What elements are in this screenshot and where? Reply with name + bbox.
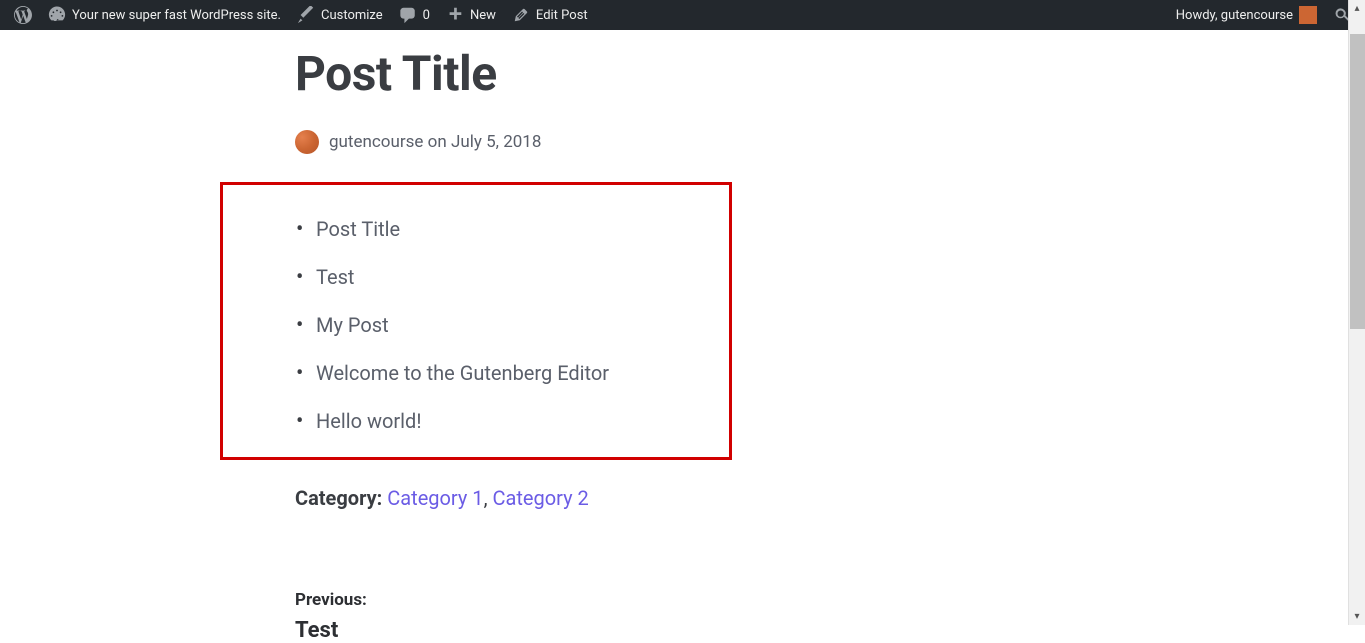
edit-post-text: Edit Post bbox=[536, 8, 588, 23]
category-label: Category: bbox=[295, 486, 382, 510]
customize-link[interactable]: Customize bbox=[289, 0, 391, 30]
post-meta-text: gutencourse on July 5, 2018 bbox=[329, 132, 541, 152]
pencil-icon bbox=[512, 6, 530, 24]
list-item[interactable]: Welcome to the Gutenberg Editor bbox=[316, 349, 729, 397]
page-content: Post Title gutencourse on July 5, 2018 P… bbox=[0, 30, 1365, 643]
customize-text: Customize bbox=[321, 8, 383, 23]
author-avatar bbox=[295, 130, 319, 154]
scroll-thumb[interactable] bbox=[1350, 34, 1365, 329]
author-name[interactable]: gutencourse bbox=[329, 132, 423, 152]
dashboard-icon bbox=[48, 6, 66, 24]
previous-label: Previous: bbox=[295, 590, 1035, 610]
vertical-scrollbar[interactable]: ▴ ▾ bbox=[1348, 0, 1365, 625]
admin-bar-right: Howdy, gutencourse bbox=[1168, 0, 1359, 30]
previous-post-title[interactable]: Test bbox=[295, 618, 1035, 643]
wp-logo-menu[interactable] bbox=[6, 0, 40, 30]
comments-count: 0 bbox=[423, 8, 430, 23]
new-text: New bbox=[470, 8, 496, 23]
site-name-link[interactable]: Your new super fast WordPress site. bbox=[40, 0, 289, 30]
post-date[interactable]: July 5, 2018 bbox=[451, 132, 541, 152]
comment-icon bbox=[399, 6, 417, 24]
post-title: Post Title bbox=[295, 45, 1035, 102]
meta-on: on bbox=[428, 132, 447, 152]
scroll-up-arrow[interactable]: ▴ bbox=[1349, 0, 1365, 17]
scroll-down-arrow[interactable]: ▾ bbox=[1349, 608, 1365, 625]
user-avatar-small bbox=[1299, 6, 1317, 24]
latest-posts-list: Post Title Test My Post Welcome to the G… bbox=[223, 205, 729, 445]
edit-post-link[interactable]: Edit Post bbox=[504, 0, 596, 30]
category-line: Category: Category 1, Category 2 bbox=[295, 486, 1035, 510]
post-meta: gutencourse on July 5, 2018 bbox=[295, 130, 1035, 154]
list-item[interactable]: Hello world! bbox=[316, 397, 729, 445]
new-content-link[interactable]: New bbox=[438, 0, 504, 30]
post-navigation: Previous: Test bbox=[295, 590, 1035, 643]
list-item[interactable]: Test bbox=[316, 253, 729, 301]
admin-bar-left: Your new super fast WordPress site. Cust… bbox=[6, 0, 596, 30]
my-account-link[interactable]: Howdy, gutencourse bbox=[1168, 0, 1325, 30]
plus-icon bbox=[446, 6, 464, 24]
list-item[interactable]: Post Title bbox=[316, 205, 729, 253]
brush-icon bbox=[297, 6, 315, 24]
site-name-text: Your new super fast WordPress site. bbox=[72, 8, 281, 23]
wordpress-icon bbox=[14, 6, 32, 24]
comments-link[interactable]: 0 bbox=[391, 0, 438, 30]
category-link[interactable]: Category 1 bbox=[387, 486, 483, 510]
post-container: Post Title gutencourse on July 5, 2018 P… bbox=[295, 45, 1035, 643]
wp-admin-bar: Your new super fast WordPress site. Cust… bbox=[0, 0, 1365, 30]
howdy-text: Howdy, gutencourse bbox=[1176, 8, 1293, 23]
list-item[interactable]: My Post bbox=[316, 301, 729, 349]
category-link[interactable]: Category 2 bbox=[492, 486, 588, 510]
highlighted-block: Post Title Test My Post Welcome to the G… bbox=[220, 182, 732, 460]
